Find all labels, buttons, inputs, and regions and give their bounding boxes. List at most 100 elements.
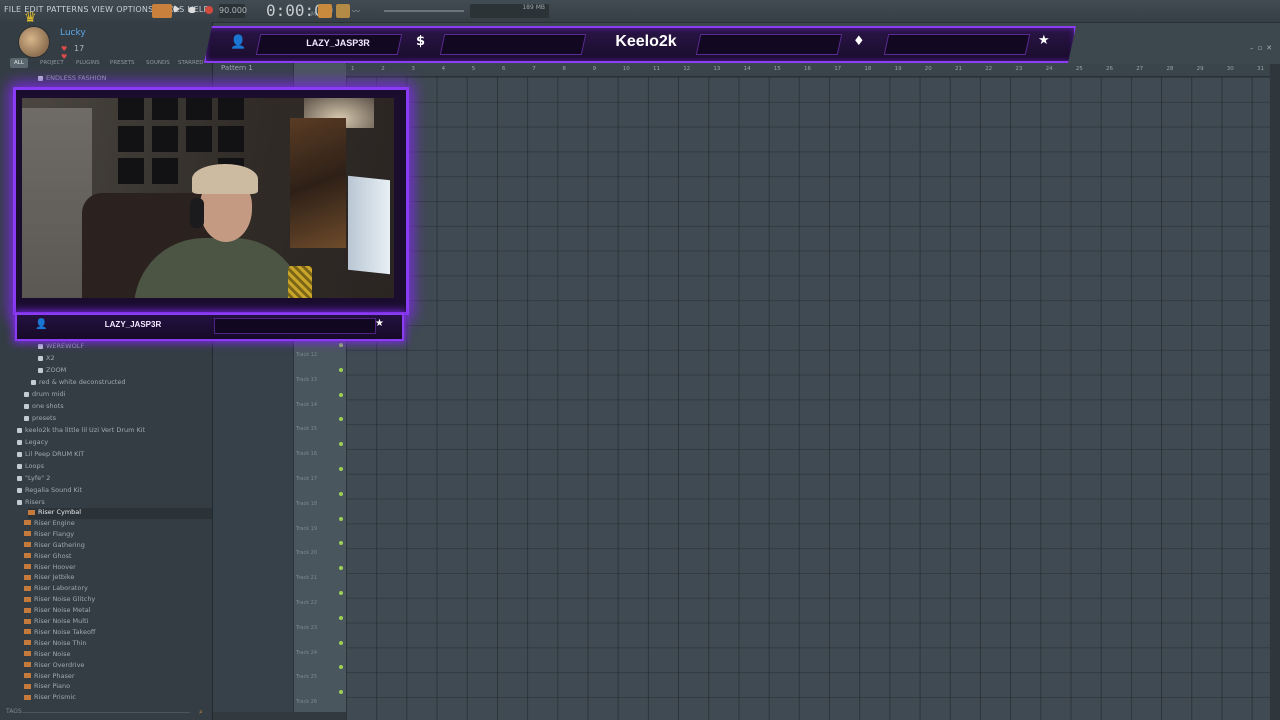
sample-file-item[interactable]: Riser Noise Takeoff [24,628,95,639]
folder-item[interactable]: keelo2k tha little lil Uzi Vert Drum Kit [17,426,145,437]
track-label[interactable]: Track 25 [296,674,317,680]
track-label[interactable]: Track 18 [296,501,317,507]
folder-item[interactable]: drum midi [24,390,65,401]
tab-all[interactable]: ALL [10,58,28,68]
audio-file-icon [24,607,31,613]
track-mute-led[interactable] [339,640,343,645]
track-mute-led[interactable] [339,591,343,595]
folder-item[interactable]: "Lyfe" 2 [17,474,50,485]
folder-item[interactable]: red & white deconstructed [31,378,125,389]
pattern-tab[interactable]: Pattern 1 [221,64,253,72]
sample-file-item[interactable]: Riser Cymbal [28,508,212,519]
sample-file-item[interactable]: Riser Laboratory [24,584,88,595]
sample-file-item[interactable]: Riser Ghost [24,552,72,563]
track-mute-led[interactable] [339,343,343,347]
sample-file-item[interactable]: Riser Flangy [24,530,74,541]
menu-item-patterns[interactable]: PATTERNS [47,5,89,14]
track-label[interactable]: Track 17 [296,476,317,482]
tree-item-label: Risers [25,498,45,506]
folder-item[interactable]: Regalia Sound Kit [17,486,82,497]
track-label[interactable]: Track 13 [296,377,317,383]
sample-file-item[interactable]: Riser Piano [24,682,70,693]
vertical-scrollbar[interactable] [1270,64,1280,720]
bar-number: 2 [381,66,385,72]
sample-file-item[interactable]: Riser Noise Metal [24,606,91,617]
pattern-song-toggle[interactable] [152,4,172,18]
menu-item-file[interactable]: FILE [4,5,21,14]
tree-item-label: Riser Jetbike [34,573,75,582]
folder-item[interactable]: ENDLESS FASHION [38,74,107,85]
bar-number: 3 [411,66,415,72]
track-mute-led[interactable] [339,467,343,471]
track-label[interactable]: Track 23 [296,625,317,631]
tab-presets[interactable]: PRESETS [110,60,134,66]
audio-file-icon [24,542,31,548]
sample-file-item[interactable]: Riser Noise Multi [24,617,88,628]
play-icon[interactable] [174,5,180,13]
sample-file-item[interactable]: Riser Noise Thin [24,639,87,650]
folder-item[interactable]: one shots [24,402,64,413]
folder-item[interactable]: Legacy [17,438,48,449]
audio-file-icon [24,694,31,700]
playlist-grid[interactable] [346,77,1270,720]
bar-number: 22 [985,66,993,72]
menu-item-view[interactable]: VIEW [92,5,114,14]
sample-file-item[interactable]: Riser Overdrive [24,661,84,672]
folder-item[interactable]: ZOOM [38,366,66,377]
track-label[interactable]: Track 12 [296,352,317,358]
bar-number: 14 [743,66,751,72]
window-controls[interactable]: –▫✕ [1250,44,1276,52]
tab-project[interactable]: PROJECT [40,60,64,66]
star-icon: ★ [375,318,384,329]
metronome-button[interactable] [336,4,350,18]
track-mute-led[interactable] [339,392,343,397]
tempo-display[interactable]: 90.000 [219,4,247,18]
bar-number: 16 [804,66,811,72]
folder-icon [24,415,29,421]
folder-icon [38,367,43,373]
sample-file-item[interactable]: Riser Prismic [24,693,76,704]
track-label[interactable]: Track 20 [296,550,317,556]
folder-item[interactable]: X2 [38,354,55,365]
track-label[interactable]: Track 19 [296,526,317,532]
tab-sounds[interactable]: SOUNDS [146,60,170,66]
audio-file-icon [24,564,31,569]
track-mute-led[interactable] [339,367,343,372]
sample-file-item[interactable]: Riser Noise [24,650,70,661]
menu-item-options[interactable]: OPTIONS [116,5,153,14]
track-label[interactable]: Track 14 [296,402,317,408]
stop-icon[interactable] [189,7,195,13]
sample-file-item[interactable]: Riser Engine [24,519,75,530]
bar-number: 25 [1075,66,1083,72]
sample-file-item[interactable]: Riser Jetbike [24,573,74,584]
typing-keyboard-button[interactable] [318,4,332,18]
record-icon[interactable] [205,6,213,14]
tapestry-image [290,118,346,248]
sample-file-item[interactable]: Riser Phaser [24,672,75,683]
track-label[interactable]: Track 26 [296,699,317,705]
track-label[interactable]: Track 16 [296,451,317,457]
tab-starred[interactable]: STARRED [178,60,204,66]
sample-file-item[interactable]: Riser Hoover [24,563,76,574]
tree-item-label: Riser Noise Thin [34,638,87,647]
search-icon[interactable]: ⌕ [199,708,203,717]
tree-item-label: one shots [32,402,64,410]
track-mute-led[interactable] [339,491,343,496]
sample-file-item[interactable]: Riser Noise Glitchy [24,595,95,606]
folder-item[interactable]: Lil Peep DRUM KIT [17,450,84,461]
track-label[interactable]: Track 21 [296,575,317,581]
track-label[interactable]: Track 22 [296,600,317,606]
folder-item[interactable]: presets [24,414,56,425]
folder-item[interactable]: Loops [17,462,44,473]
folder-item[interactable]: WEREWOLF [38,342,84,353]
tree-item-label: Riser Cymbal [38,508,82,516]
track-mute-led[interactable] [339,516,343,521]
bar-number: 7 [532,66,536,72]
master-pitch-slider[interactable] [384,10,464,12]
track-mute-led[interactable] [339,615,343,620]
sample-file-item[interactable]: Riser Gathering [24,541,85,552]
track-label[interactable]: Track 15 [296,426,317,432]
tab-plugins[interactable]: PLUGINS [76,60,100,66]
track-label[interactable]: Track 24 [296,650,317,656]
tags-field[interactable] [22,712,190,713]
